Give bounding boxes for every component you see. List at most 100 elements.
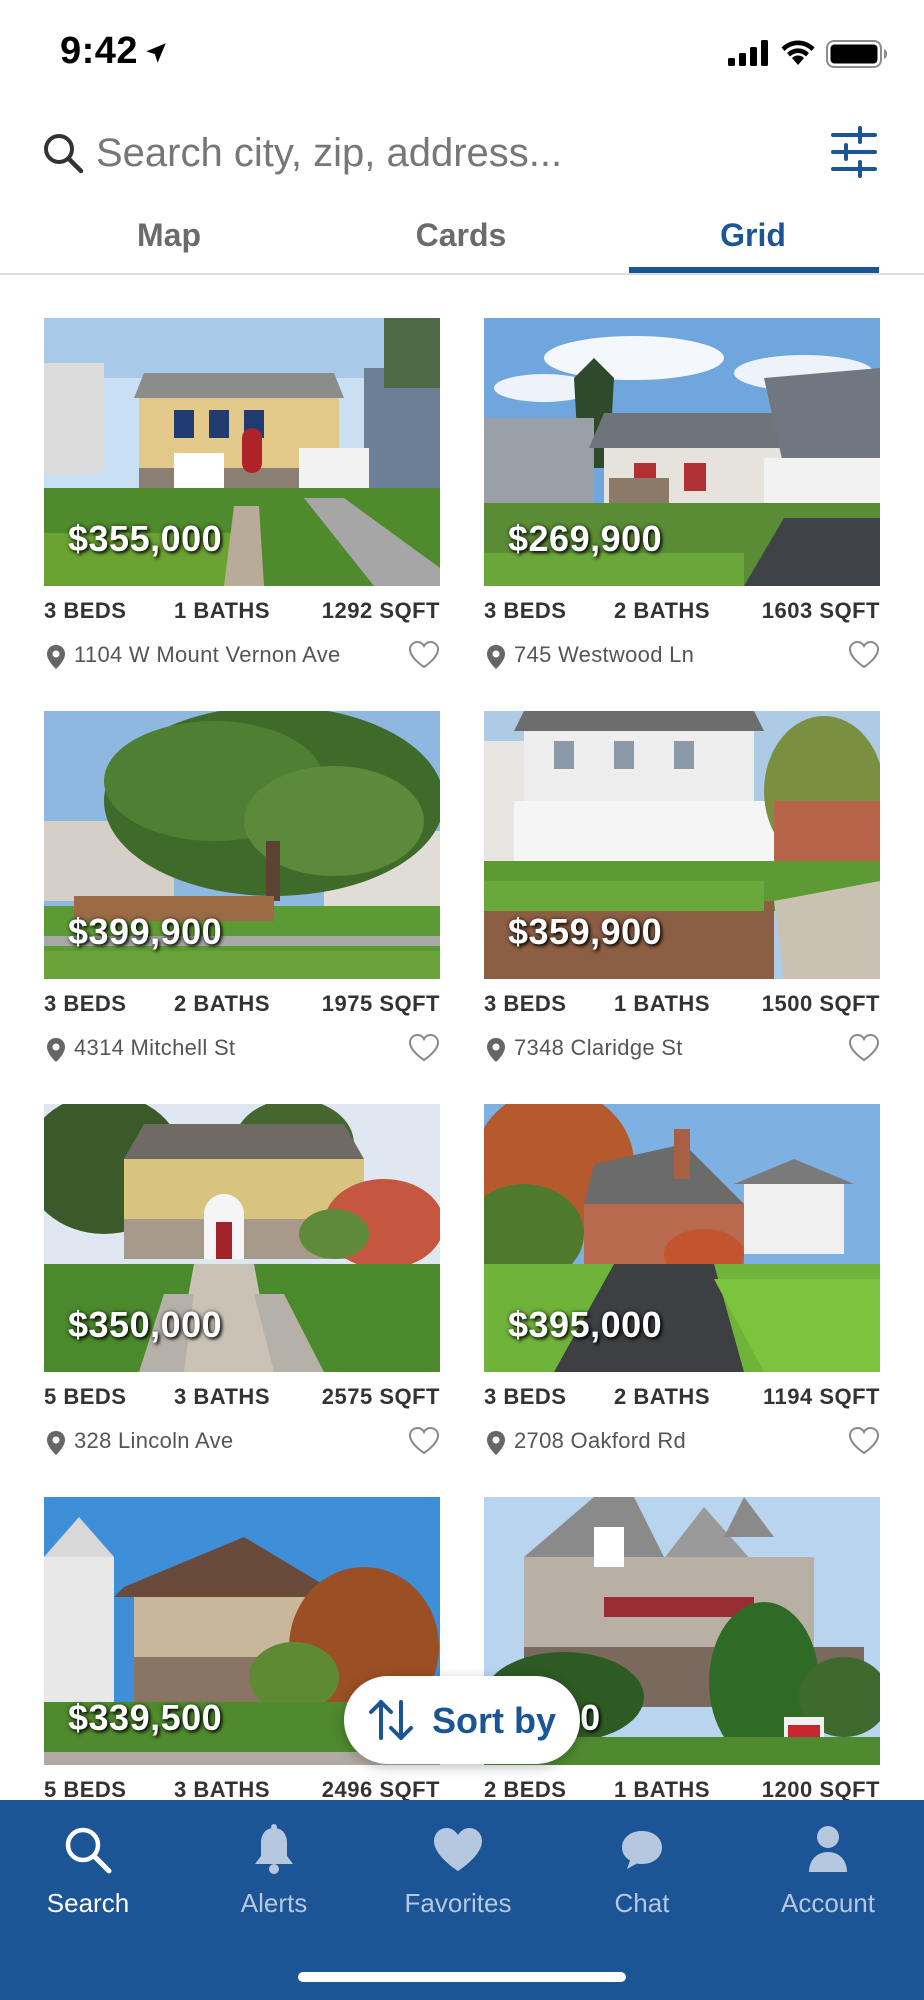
bell-icon	[255, 1824, 293, 1874]
listing-price: $350,000	[68, 1304, 223, 1345]
person-icon	[809, 1826, 847, 1872]
nav-favorites[interactable]: Favorites	[373, 1824, 543, 1919]
listing-price: $269,900	[508, 518, 663, 559]
home-indicator[interactable]	[298, 1972, 626, 1982]
nav-label: Alerts	[240, 1888, 308, 1918]
wifi-icon	[781, 40, 815, 65]
listing-stats: 5 BEDS 3 BATHS 2496 SQFT	[44, 1777, 440, 1800]
listing-card[interactable]: $269,900 3 BEDS 2 BATHS 1603 SQFT 745 We…	[484, 318, 880, 690]
favorite-heart-icon[interactable]	[408, 1426, 440, 1456]
listing-photo[interactable]: $399,900	[44, 711, 440, 979]
nav-chat[interactable]: Chat	[557, 1824, 727, 1919]
listing-stats: 3 BEDS 1 BATHS 1500 SQFT	[484, 991, 880, 1021]
favorite-heart-icon[interactable]	[848, 1426, 880, 1456]
nav-label: Search	[46, 1888, 130, 1918]
listing-sqft: 1500 SQFT	[761, 991, 880, 1016]
listing-beds: 5 BEDS	[44, 1384, 127, 1409]
nav-label: Favorites	[404, 1888, 512, 1918]
map-pin-icon	[47, 645, 65, 669]
listing-photo[interactable]: $269,900	[484, 318, 880, 586]
map-pin-icon	[47, 1431, 65, 1455]
listing-address: 328 Lincoln Ave	[74, 1428, 234, 1453]
sort-by-button[interactable]: Sort by	[344, 1676, 580, 1764]
listing-card[interactable]: $350,000 5 BEDS 3 BATHS 2575 SQFT 328 Li…	[44, 1104, 440, 1476]
listing-address-row: 745 Westwood Ln	[484, 640, 880, 674]
listing-stats: 3 BEDS 2 BATHS 1975 SQFT	[44, 991, 440, 1021]
search-icon	[44, 134, 84, 174]
tab-grid[interactable]: Grid	[628, 217, 878, 254]
listing-sqft: 1975 SQFT	[321, 991, 440, 1016]
listing-sqft: 2575 SQFT	[321, 1384, 440, 1409]
listing-stats: 2 BEDS 1 BATHS 1200 SQFT	[484, 1777, 880, 1800]
view-tabs: Map Cards Grid	[0, 205, 924, 275]
listing-address: 4314 Mitchell St	[74, 1035, 236, 1060]
listing-card[interactable]: $395,000 3 BEDS 2 BATHS 1194 SQFT 2708 O…	[484, 1104, 880, 1476]
listing-photo[interactable]: $359,900	[484, 711, 880, 979]
listing-baths: 2 BATHS	[614, 598, 710, 623]
listing-stats: 3 BEDS 1 BATHS 1292 SQFT	[44, 598, 440, 628]
listing-sqft: 1200 SQFT	[761, 1777, 880, 1800]
listing-photo[interactable]: $395,000	[484, 1104, 880, 1372]
listing-beds: 3 BEDS	[44, 991, 127, 1016]
status-bar: 9:42	[0, 0, 924, 110]
tab-cards[interactable]: Cards	[336, 217, 586, 254]
listing-baths: 2 BATHS	[174, 991, 270, 1016]
listing-address-row: 4314 Mitchell St	[44, 1033, 440, 1067]
listing-address: 745 Westwood Ln	[514, 642, 695, 667]
listing-sqft: 1194 SQFT	[762, 1384, 880, 1409]
favorite-heart-icon[interactable]	[408, 640, 440, 670]
listing-address-row: 2708 Oakford Rd	[484, 1426, 880, 1460]
listing-beds: 3 BEDS	[484, 991, 567, 1016]
nav-account[interactable]: Account	[743, 1824, 913, 1919]
favorite-heart-icon[interactable]	[848, 1033, 880, 1063]
nav-search[interactable]: Search	[3, 1824, 173, 1919]
filter-sliders-icon[interactable]	[830, 126, 878, 178]
map-pin-icon	[487, 1431, 505, 1455]
listing-card[interactable]: $399,900 3 BEDS 2 BATHS 1975 SQFT 4314 M…	[44, 711, 440, 1083]
listing-baths: 1 BATHS	[614, 991, 710, 1016]
tab-map[interactable]: Map	[44, 217, 294, 254]
listing-price: $355,000	[68, 518, 223, 559]
nav-label: Chat	[614, 1888, 670, 1918]
listing-price: $395,000	[508, 1304, 663, 1345]
listing-card[interactable]: $359,900 3 BEDS 1 BATHS 1500 SQFT 7348 C…	[484, 711, 880, 1083]
heart-icon	[434, 1828, 482, 1871]
cellular-signal-icon	[728, 40, 768, 66]
battery-icon	[826, 40, 887, 68]
listing-baths: 3 BATHS	[174, 1777, 270, 1800]
listing-sqft: 2496 SQFT	[321, 1777, 440, 1800]
listing-beds: 5 BEDS	[44, 1777, 127, 1800]
listing-baths: 1 BATHS	[174, 598, 270, 623]
listing-price: $339,500	[68, 1697, 223, 1738]
bottom-navigation: Search Alerts Favorites Chat Account	[0, 1800, 924, 2000]
map-pin-icon	[47, 1038, 65, 1062]
favorite-heart-icon[interactable]	[408, 1033, 440, 1063]
listing-beds: 2 BEDS	[484, 1777, 567, 1800]
listing-baths: 2 BATHS	[614, 1384, 710, 1409]
status-time: 9:42	[60, 30, 139, 72]
listing-address-row: 1104 W Mount Vernon Ave	[44, 640, 440, 674]
listing-grid[interactable]: $355,000 3 BEDS 1 BATHS 1292 SQFT 1104 W…	[0, 318, 924, 1800]
listing-stats: 3 BEDS 2 BATHS 1603 SQFT	[484, 598, 880, 628]
listing-sqft: 1603 SQFT	[761, 598, 880, 623]
listing-stats: 3 BEDS 2 BATHS 1194 SQFT	[484, 1384, 880, 1414]
search-bar	[0, 120, 924, 190]
listing-price: $359,900	[508, 911, 663, 952]
listing-address-row: 7348 Claridge St	[484, 1033, 880, 1067]
listing-baths: 1 BATHS	[614, 1777, 710, 1800]
listing-card[interactable]: $355,000 3 BEDS 1 BATHS 1292 SQFT 1104 W…	[44, 318, 440, 690]
listing-photo[interactable]: $355,000	[44, 318, 440, 586]
nav-alerts[interactable]: Alerts	[189, 1824, 359, 1919]
listing-address-row: 328 Lincoln Ave	[44, 1426, 440, 1460]
listing-stats: 5 BEDS 3 BATHS 2575 SQFT	[44, 1384, 440, 1414]
listing-address: 2708 Oakford Rd	[514, 1428, 687, 1453]
nav-label: Account	[781, 1888, 875, 1918]
sort-by-label: Sort by	[432, 1700, 557, 1741]
listing-baths: 3 BATHS	[174, 1384, 270, 1409]
sort-arrows-icon	[369, 1700, 413, 1740]
search-input[interactable]	[96, 128, 796, 178]
listing-photo[interactable]: $350,000	[44, 1104, 440, 1372]
listing-beds: 3 BEDS	[44, 598, 127, 623]
listing-sqft: 1292 SQFT	[321, 598, 440, 623]
favorite-heart-icon[interactable]	[848, 640, 880, 670]
